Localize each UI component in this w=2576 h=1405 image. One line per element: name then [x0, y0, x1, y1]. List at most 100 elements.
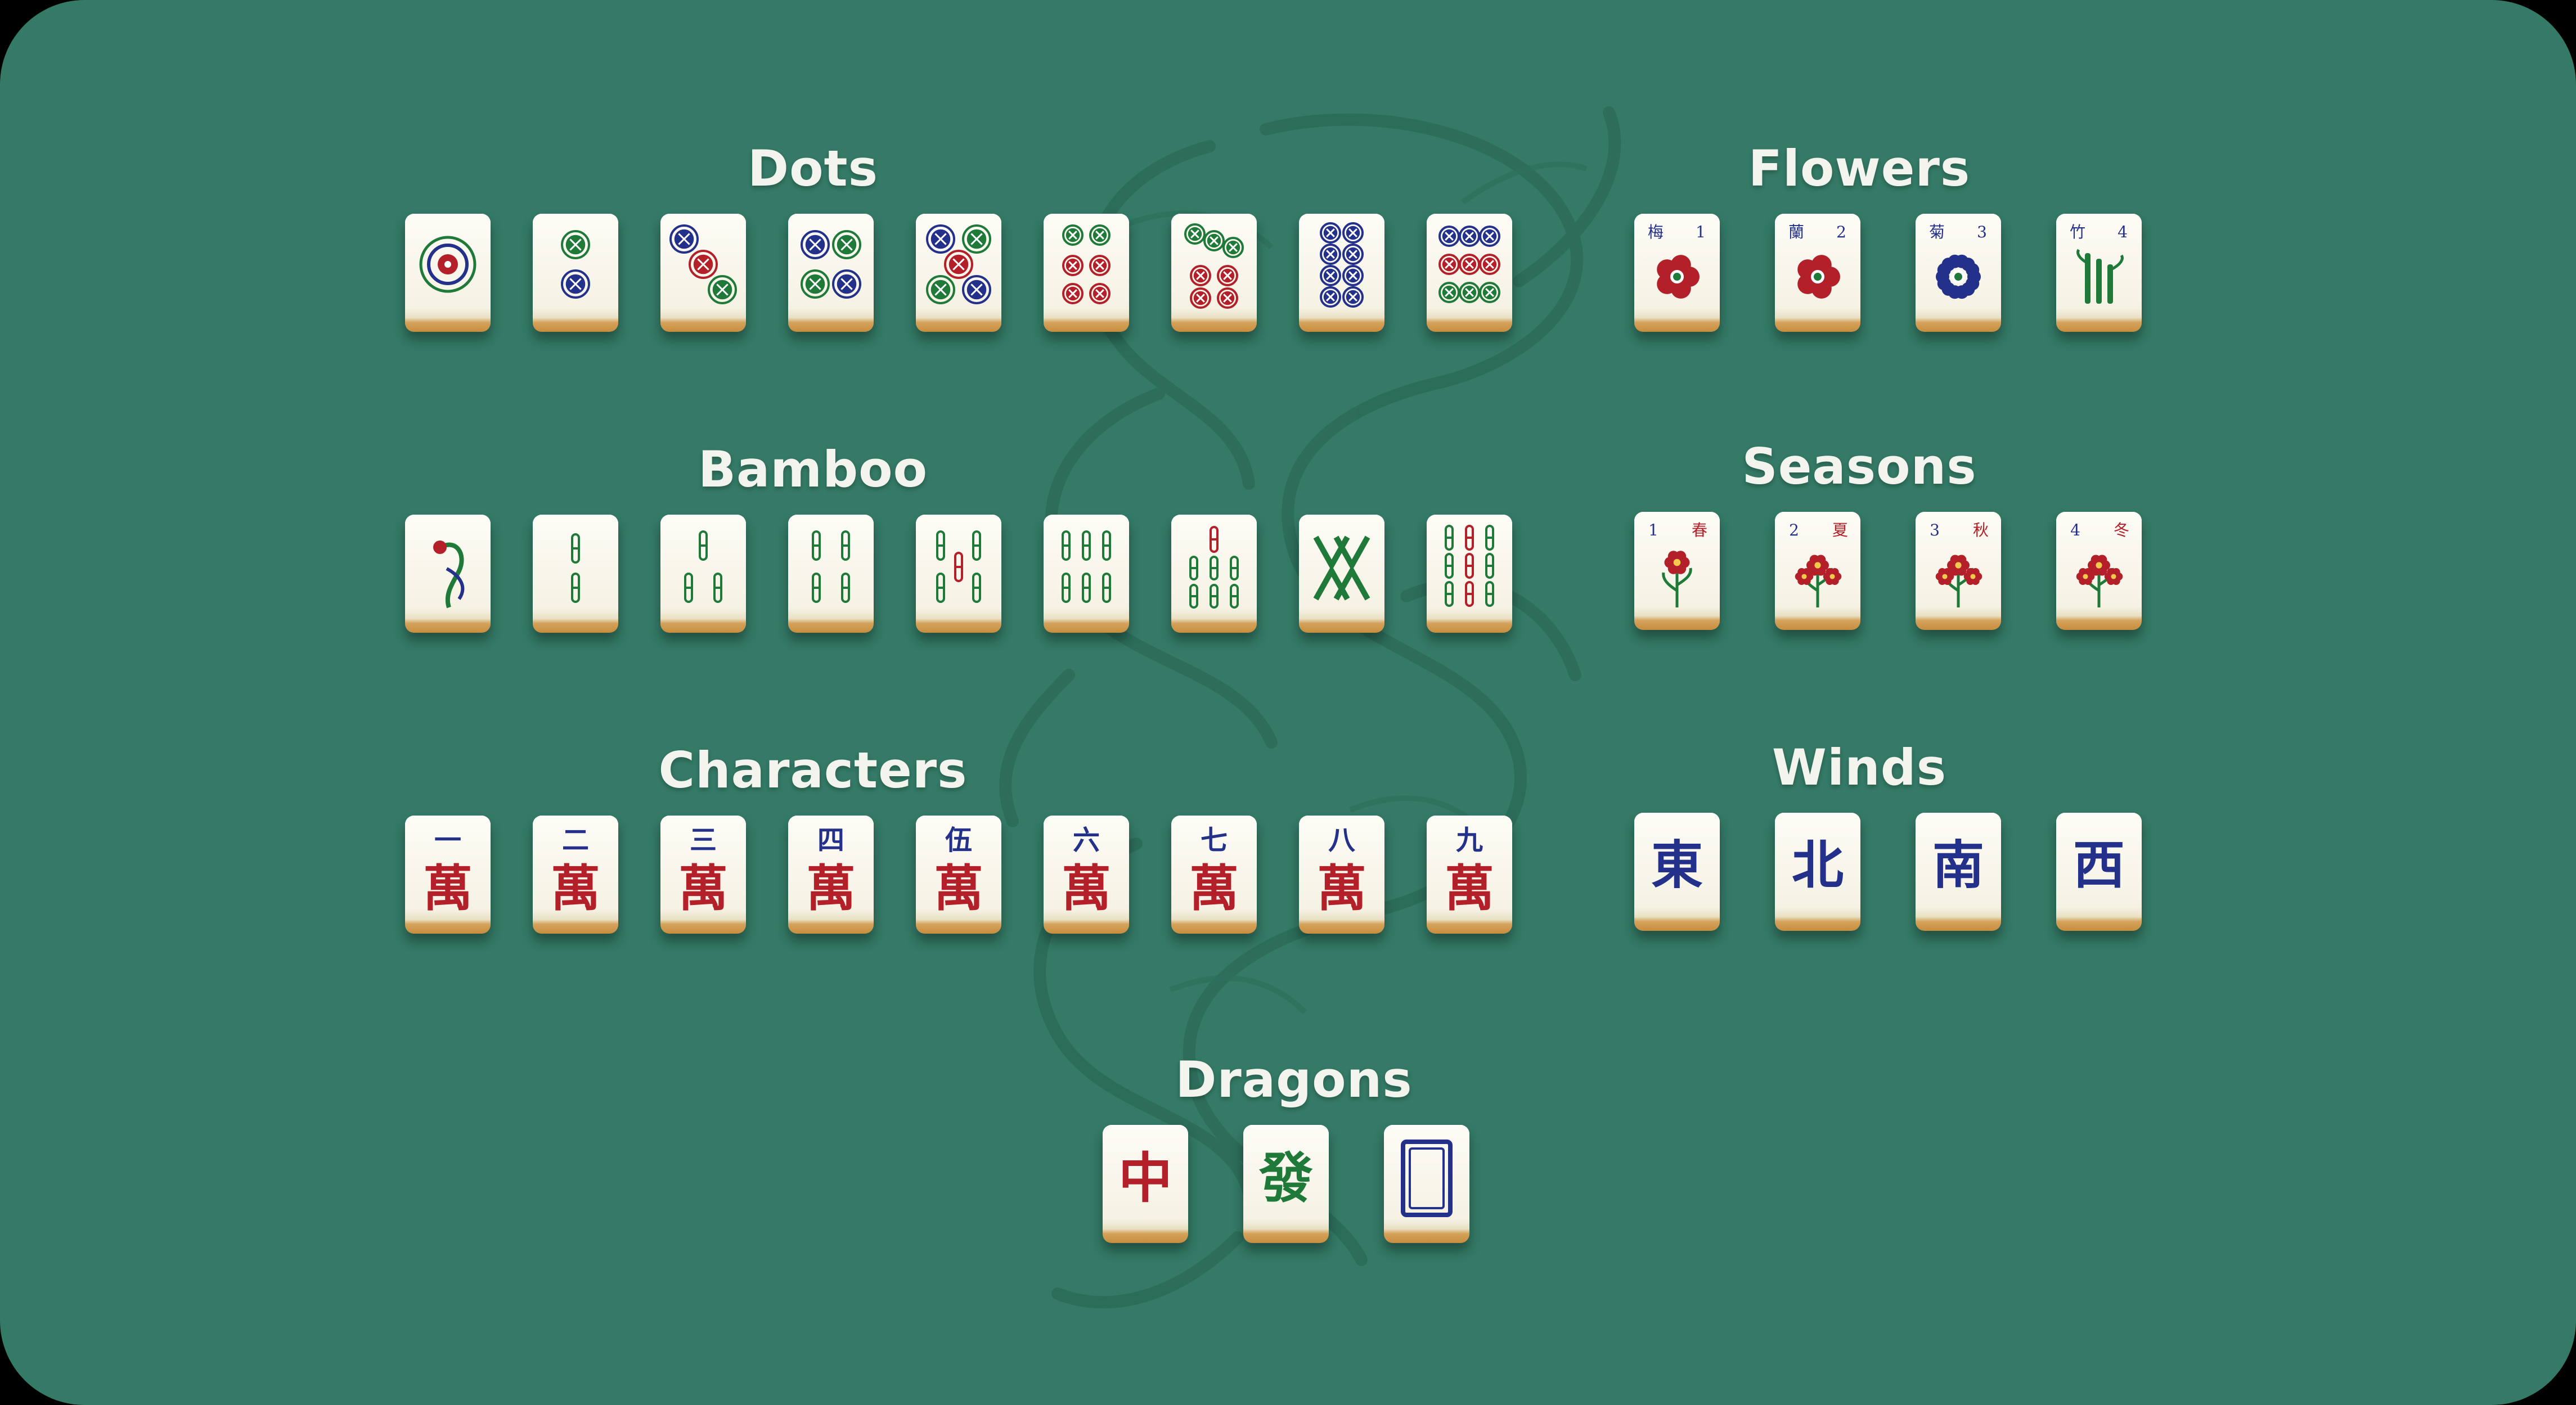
group-title-flowers: Flowers [1748, 139, 1971, 197]
tile-seasons-2[interactable]: 2夏 [1775, 512, 1860, 630]
wind-glyph: 東 [1651, 835, 1703, 895]
character-wan-label: 萬 [678, 859, 728, 917]
tile-winds-1[interactable]: 東 [1634, 813, 1720, 931]
character-wan-label: 萬 [934, 859, 983, 917]
tile-bamboo-8[interactable] [1299, 515, 1384, 633]
tile-characters-4[interactable]: 四萬 [788, 816, 874, 934]
tile-characters-9[interactable]: 九萬 [1427, 816, 1512, 934]
tile-flowers-2[interactable]: 蘭2 [1775, 214, 1860, 332]
tile-bamboo-5[interactable] [916, 515, 1001, 633]
group-title-dragons: Dragons [1175, 1051, 1413, 1109]
chrysanthemum-icon [1936, 254, 1981, 299]
dots-pattern-icon [1438, 226, 1500, 303]
tile-characters-1[interactable]: 一萬 [405, 816, 491, 934]
tile-seasons-3[interactable]: 3秋 [1916, 512, 2001, 630]
dragon-glyph: 發 [1258, 1146, 1313, 1210]
tile-characters-6[interactable]: 六萬 [1044, 816, 1129, 934]
tile-bamboo-2[interactable] [533, 515, 618, 633]
character-number-label: 九 [1456, 825, 1483, 856]
group-title-dots: Dots [748, 139, 878, 197]
bamboo-pattern-icon [1445, 525, 1494, 607]
character-number-label: 二 [562, 825, 589, 856]
tile-flowers-4[interactable]: 竹4 [2056, 214, 2142, 332]
dots-pattern-icon [926, 224, 991, 304]
flower-label: 蘭 [1788, 223, 1804, 241]
game-board: Dots Bamboo Characters 一萬二萬三萬四萬伍萬六萬七萬八萬九… [0, 0, 2576, 1405]
wind-glyph: 南 [1932, 835, 1984, 895]
tile-dots-9[interactable] [1427, 214, 1512, 332]
tile-bamboo-7[interactable] [1171, 515, 1257, 633]
bamboo-pattern-icon [1313, 535, 1370, 601]
dragon-glyph: 中 [1118, 1146, 1172, 1210]
tile-dots-2[interactable] [533, 214, 618, 332]
season-label: 夏 [1832, 521, 1848, 539]
flower-label: 竹 [2070, 223, 2085, 241]
tile-dots-4[interactable] [788, 214, 874, 332]
flower-number: 3 [1977, 223, 1987, 241]
tile-bamboo-9[interactable] [1427, 515, 1512, 633]
bamboo-pattern-icon [433, 541, 465, 609]
tile-characters-7[interactable]: 七萬 [1171, 816, 1257, 934]
season-number: 4 [2070, 521, 2080, 539]
tile-dots-1[interactable] [405, 214, 491, 332]
autumn-flower-icon [1935, 555, 1982, 608]
bamboo-pattern-icon [936, 530, 981, 603]
season-label: 春 [1692, 521, 1707, 539]
tile-dots-7[interactable] [1171, 214, 1257, 332]
tile-characters-5[interactable]: 伍萬 [916, 816, 1001, 934]
wind-glyph: 北 [1792, 835, 1844, 895]
tile-characters-3[interactable]: 三萬 [660, 816, 746, 934]
character-wan-label: 萬 [1317, 859, 1366, 917]
tile-flowers-1[interactable]: 梅1 [1634, 214, 1720, 332]
tile-bamboo-3[interactable] [660, 515, 746, 633]
character-wan-label: 萬 [551, 859, 600, 917]
tile-characters-8[interactable]: 八萬 [1299, 816, 1384, 934]
group-title-seasons: Seasons [1742, 438, 1977, 496]
tile-dragons-2[interactable]: 發 [1243, 1125, 1329, 1243]
tile-dots-6[interactable] [1044, 214, 1129, 332]
character-number-label: 三 [690, 825, 717, 856]
character-number-label: 伍 [945, 825, 972, 856]
tile-seasons-4[interactable]: 4冬 [2056, 512, 2142, 630]
flower-label: 梅 [1648, 223, 1664, 241]
tile-dots-8[interactable] [1299, 214, 1384, 332]
dots-pattern-icon [1320, 222, 1364, 308]
bamboo-pattern-icon [1189, 526, 1239, 609]
tile-winds-2[interactable]: 北 [1775, 813, 1860, 931]
summer-flower-icon [1795, 555, 1842, 608]
flower-number: 4 [2118, 223, 2128, 241]
bamboo-pattern-icon [684, 530, 722, 603]
tile-dots-3[interactable] [660, 214, 746, 332]
tile-bamboo-6[interactable] [1044, 515, 1129, 633]
tile-winds-4[interactable]: 西 [2056, 813, 2142, 931]
character-number-label: 四 [817, 825, 844, 856]
tile-bamboo-4[interactable] [788, 515, 874, 633]
bamboo-pattern-icon [571, 533, 580, 603]
group-title-bamboo: Bamboo [698, 440, 928, 498]
character-number-label: 一 [434, 825, 461, 856]
tile-dots-5[interactable] [916, 214, 1001, 332]
tile-seasons-1[interactable]: 1春 [1634, 512, 1720, 630]
white-dragon-frame-icon [1401, 1140, 1453, 1217]
tile-winds-3[interactable]: 南 [1916, 813, 2001, 931]
character-wan-label: 萬 [1189, 859, 1239, 917]
dots-pattern-icon [1184, 223, 1244, 309]
dots-pattern-icon [1062, 224, 1111, 304]
character-number-label: 六 [1073, 825, 1100, 856]
character-wan-label: 萬 [423, 859, 473, 917]
group-title-characters: Characters [658, 741, 968, 799]
tile-flowers-3[interactable]: 菊3 [1916, 214, 2001, 332]
tulip-icon [1662, 551, 1692, 608]
season-number: 3 [1930, 521, 1940, 539]
orchid-icon [1797, 255, 1840, 299]
character-number-label: 八 [1328, 825, 1356, 856]
tile-characters-2[interactable]: 二萬 [533, 816, 618, 934]
dots-pattern-icon [669, 224, 737, 304]
bamboo-pattern-icon [1062, 530, 1111, 603]
bamboo-plant-icon [2076, 249, 2124, 304]
tile-dragons-3[interactable] [1384, 1125, 1469, 1243]
tile-dragons-1[interactable]: 中 [1103, 1125, 1188, 1243]
character-wan-label: 萬 [1062, 859, 1111, 917]
tile-bamboo-1[interactable] [405, 515, 491, 633]
flower-label: 菊 [1929, 223, 1945, 241]
